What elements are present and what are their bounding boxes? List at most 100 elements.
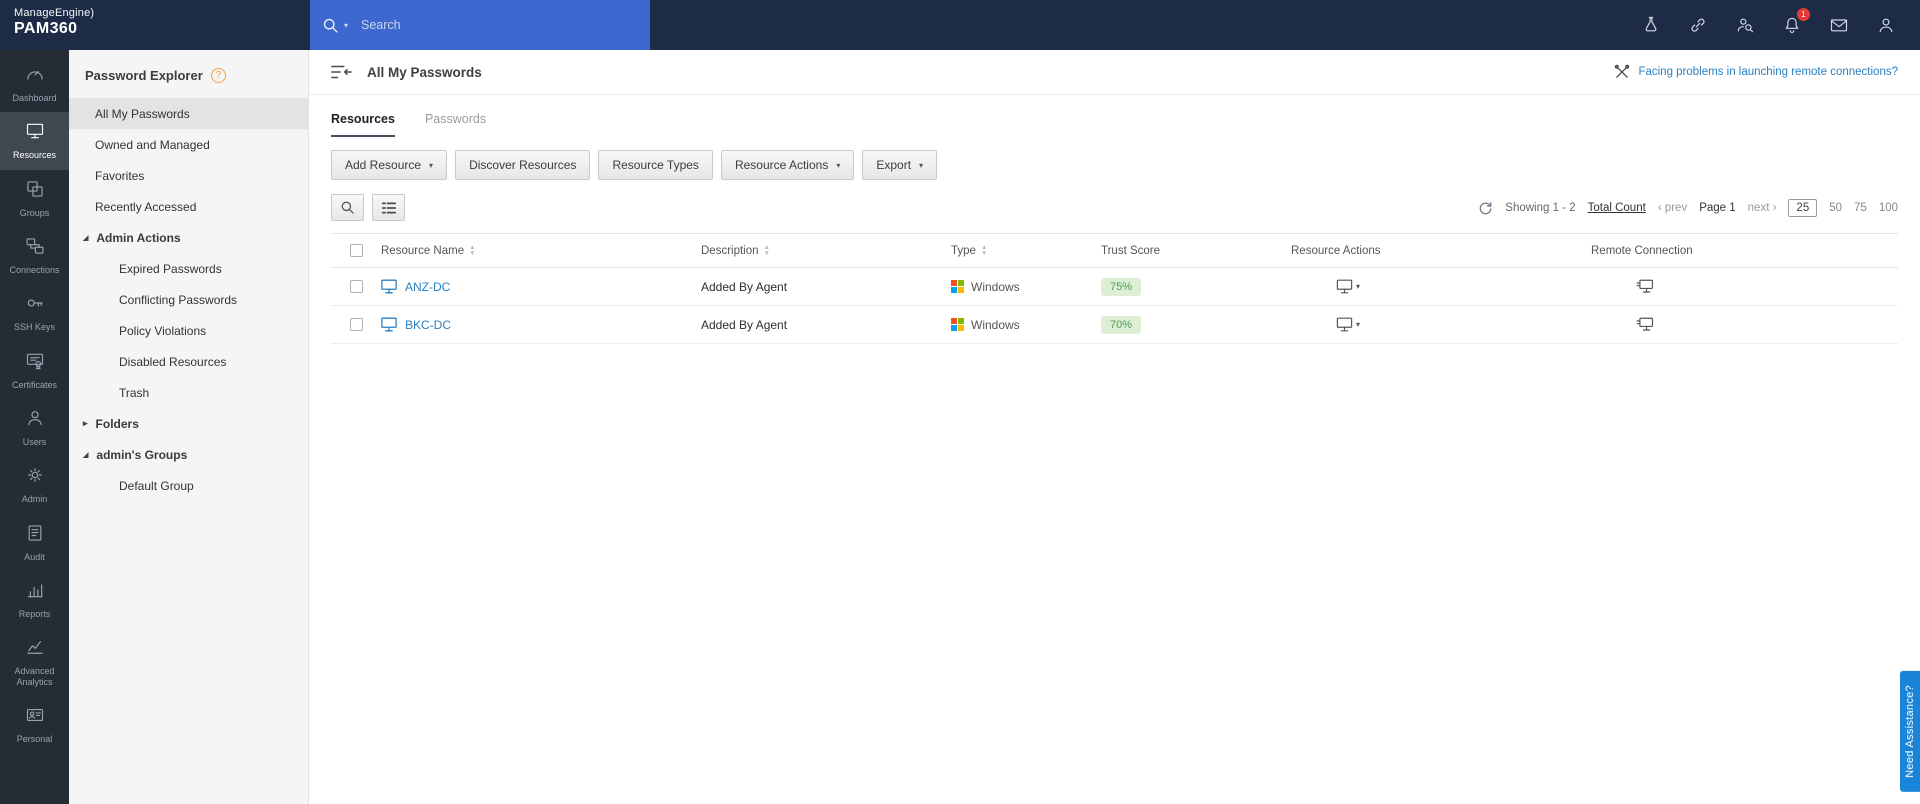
explorer-section-folders[interactable]: Folders xyxy=(69,408,308,439)
sidebar-item-admin[interactable]: Admin xyxy=(0,456,69,513)
ssh-keys-icon xyxy=(25,293,45,318)
groups-icon xyxy=(25,179,45,204)
resource-actions-menu[interactable] xyxy=(1291,317,1591,332)
audit-icon xyxy=(25,523,45,548)
sidebar-item-label: Connections xyxy=(9,265,59,275)
description-cell: Added By Agent xyxy=(701,318,951,332)
sidebar-item-resources[interactable]: Resources xyxy=(0,112,69,169)
notification-badge: 1 xyxy=(1797,8,1810,21)
table-search-button[interactable] xyxy=(331,194,364,221)
search-scope-caret-icon[interactable] xyxy=(344,21,348,30)
analytics-icon xyxy=(25,637,45,662)
list-controls: Showing 1 - 2 Total Count ‹ prev Page 1 … xyxy=(309,180,1920,221)
sidebar-item-ssh-keys[interactable]: SSH Keys xyxy=(0,284,69,341)
quick-links-icon[interactable] xyxy=(1688,15,1708,35)
next-page-button[interactable]: next › xyxy=(1748,202,1777,214)
explorer-item-owned-and-managed[interactable]: Owned and Managed xyxy=(69,129,308,160)
sidebar-item-personal[interactable]: Personal xyxy=(0,696,69,753)
windows-logo-icon xyxy=(951,318,964,331)
explorer-item-conflicting-passwords[interactable]: Conflicting Passwords xyxy=(69,284,308,315)
resource-name-link[interactable]: ANZ-DC xyxy=(405,280,450,294)
explorer-item-trash[interactable]: Trash xyxy=(69,377,308,408)
profile-icon[interactable] xyxy=(1876,15,1896,35)
explorer-item-expired-passwords[interactable]: Expired Passwords xyxy=(69,253,308,284)
sidebar-item-label: Certificates xyxy=(12,380,57,390)
search-input[interactable] xyxy=(361,18,638,32)
explorer-item-all-my-passwords[interactable]: All My Passwords xyxy=(69,98,308,129)
add-resource-button[interactable]: Add Resource xyxy=(331,150,447,180)
page-size-50[interactable]: 50 xyxy=(1829,202,1842,214)
windows-logo-icon xyxy=(951,280,964,293)
monitor-actions-icon xyxy=(1336,279,1353,294)
topbar-actions: 1 xyxy=(1641,0,1920,50)
explorer-header: Password Explorer ? xyxy=(69,50,308,98)
sort-icon[interactable] xyxy=(981,245,987,257)
resource-types-button[interactable]: Resource Types xyxy=(598,150,713,180)
tab-resources[interactable]: Resources xyxy=(331,112,395,137)
discover-resources-button[interactable]: Discover Resources xyxy=(455,150,590,180)
brand-logo: ManageEngine) PAM360 xyxy=(0,0,310,50)
resource-name-cell: BKC-DC xyxy=(381,317,701,332)
pagination: Showing 1 - 2 Total Count ‹ prev Page 1 … xyxy=(1478,199,1898,217)
table-header-row: Resource Name Description Type Trust Sco… xyxy=(331,233,1898,268)
notifications-bell-icon[interactable]: 1 xyxy=(1782,15,1802,35)
sidebar-item-label: Advanced Analytics xyxy=(2,666,67,687)
export-button[interactable]: Export xyxy=(862,150,937,180)
page-size-100[interactable]: 100 xyxy=(1879,202,1898,214)
sidebar-item-audit[interactable]: Audit xyxy=(0,514,69,571)
resources-table: Resource Name Description Type Trust Sco… xyxy=(331,233,1898,344)
row-checkbox[interactable] xyxy=(350,280,363,293)
global-search[interactable] xyxy=(310,0,650,50)
remote-connection-help[interactable]: Facing problems in launching remote conn… xyxy=(1614,64,1898,80)
sidebar-item-label: Dashboard xyxy=(12,93,56,103)
refresh-icon[interactable] xyxy=(1478,200,1493,215)
mail-icon[interactable] xyxy=(1829,15,1849,35)
trust-score-cell: 75% xyxy=(1101,278,1291,296)
page-size-75[interactable]: 75 xyxy=(1854,202,1867,214)
sidebar-item-connections[interactable]: Connections xyxy=(0,227,69,284)
sidebar-item-certificates[interactable]: Certificates xyxy=(0,342,69,399)
explorer-item-disabled-resources[interactable]: Disabled Resources xyxy=(69,346,308,377)
whats-new-icon[interactable] xyxy=(1641,15,1661,35)
sidebar-item-advanced-analytics[interactable]: Advanced Analytics xyxy=(0,628,69,696)
user-search-icon[interactable] xyxy=(1735,15,1755,35)
sidebar-item-reports[interactable]: Reports xyxy=(0,571,69,628)
search-icon xyxy=(322,17,339,34)
sidebar-item-groups[interactable]: Groups xyxy=(0,170,69,227)
column-type: Type xyxy=(951,245,1101,257)
resource-name-link[interactable]: BKC-DC xyxy=(405,318,451,332)
sidebar-item-label: Admin xyxy=(22,494,48,504)
resource-actions-menu[interactable] xyxy=(1291,279,1591,294)
sort-icon[interactable] xyxy=(469,245,475,257)
page-indicator: Page 1 xyxy=(1699,202,1735,214)
explorer-item-recently-accessed[interactable]: Recently Accessed xyxy=(69,191,308,222)
table-row: ANZ-DC Added By Agent Windows 75% xyxy=(331,268,1898,306)
tab-passwords[interactable]: Passwords xyxy=(425,112,486,137)
help-icon[interactable]: ? xyxy=(211,68,226,83)
sidebar-collapse-icon[interactable] xyxy=(331,64,352,80)
resource-actions-button[interactable]: Resource Actions xyxy=(721,150,854,180)
tab-bar: Resources Passwords xyxy=(309,95,1920,137)
row-checkbox[interactable] xyxy=(350,318,363,331)
prev-page-button[interactable]: ‹ prev xyxy=(1658,202,1687,214)
explorer-item-favorites[interactable]: Favorites xyxy=(69,160,308,191)
monitor-actions-icon xyxy=(1336,317,1353,332)
page-header: All My Passwords Facing problems in laun… xyxy=(309,50,1920,95)
select-all-checkbox[interactable] xyxy=(350,244,363,257)
column-chooser-button[interactable] xyxy=(372,194,405,221)
total-count-link[interactable]: Total Count xyxy=(1588,202,1646,214)
need-assistance-tab[interactable]: Need Assistance? xyxy=(1900,671,1920,792)
sidebar-item-dashboard[interactable]: Dashboard xyxy=(0,55,69,112)
sidebar-item-label: Personal xyxy=(17,734,53,744)
description-cell: Added By Agent xyxy=(701,280,951,294)
remote-connection-launcher[interactable] xyxy=(1591,317,1898,332)
explorer-item-policy-violations[interactable]: Policy Violations xyxy=(69,315,308,346)
sidebar-item-users[interactable]: Users xyxy=(0,399,69,456)
explorer-item-default-group[interactable]: Default Group xyxy=(69,470,308,501)
help-link-text[interactable]: Facing problems in launching remote conn… xyxy=(1638,66,1898,78)
explorer-section-admin-actions[interactable]: Admin Actions xyxy=(69,222,308,253)
sort-icon[interactable] xyxy=(764,245,770,257)
explorer-section-admins-groups[interactable]: admin's Groups xyxy=(69,439,308,470)
remote-connection-launcher[interactable] xyxy=(1591,279,1898,294)
page-size-25[interactable]: 25 xyxy=(1788,199,1817,217)
